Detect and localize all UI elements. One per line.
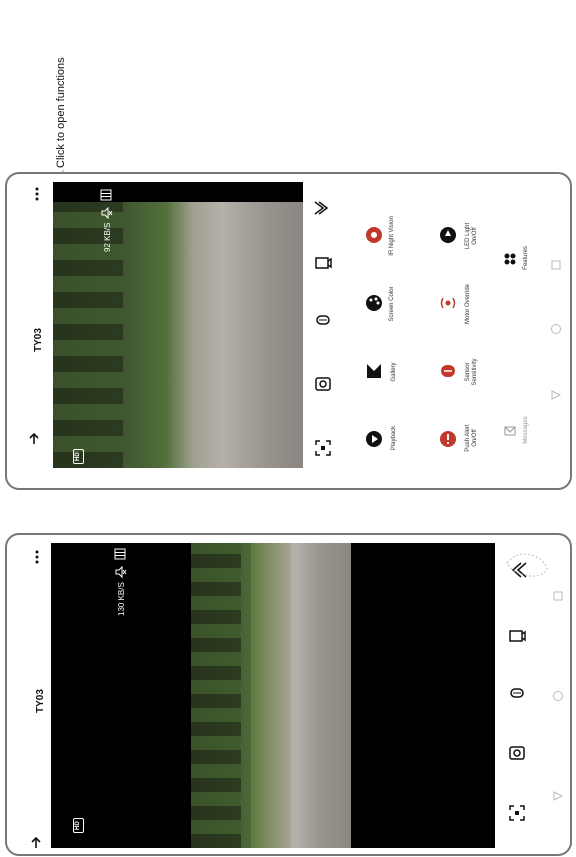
- list-icon[interactable]: [99, 188, 113, 202]
- collapse-icon[interactable]: [313, 198, 333, 218]
- nav-back-icon[interactable]: [549, 388, 563, 402]
- messages-icon[interactable]: [503, 424, 517, 438]
- ir-night-vision-icon[interactable]: [365, 226, 383, 244]
- back-arrow-icon[interactable]: [27, 432, 41, 446]
- nav-home-icon[interactable]: [549, 322, 563, 336]
- led-light-icon[interactable]: [439, 226, 457, 244]
- nav-back-icon[interactable]: [551, 789, 565, 803]
- tab-messages-label[interactable]: Messages: [523, 410, 530, 450]
- microphone-icon[interactable]: [313, 310, 333, 330]
- feature-label-screen-color: Screen Color: [389, 286, 395, 322]
- nav-recents-icon[interactable]: [551, 589, 565, 603]
- list-icon[interactable]: [113, 547, 127, 561]
- scenery-image: [53, 202, 303, 468]
- nav-recents-icon[interactable]: [549, 258, 563, 272]
- record-icon[interactable]: [313, 252, 333, 272]
- palette-icon[interactable]: [365, 294, 383, 312]
- fullscreen-icon[interactable]: [507, 803, 527, 823]
- features-icon[interactable]: [503, 252, 517, 266]
- camera-icon[interactable]: [507, 743, 527, 763]
- left-speed-label: 130 KB/S: [117, 582, 126, 616]
- left-title: TY03: [35, 689, 46, 713]
- nav-home-icon[interactable]: [551, 689, 565, 703]
- left-video-feed[interactable]: HD 130 KB/S: [51, 543, 495, 848]
- fullscreen-icon[interactable]: [313, 438, 333, 458]
- more-icon[interactable]: [33, 186, 41, 202]
- feature-label-motor-override: Motor Override: [465, 283, 471, 324]
- push-alert-icon[interactable]: [439, 430, 457, 448]
- right-title: TY03: [33, 328, 44, 352]
- hand-pointer-icon: [506, 553, 548, 577]
- left-hd-badge[interactable]: HD: [73, 818, 84, 833]
- feature-label-led-light: LED Light On/Off: [465, 222, 478, 250]
- mute-icon[interactable]: [113, 565, 127, 579]
- feature-label-gallery: Gallery: [391, 362, 397, 382]
- left-phone-frame: TY03 HD 130 KB/S: [5, 533, 572, 856]
- feature-label-sensor-sensitivity: Sensor Sensitivity: [465, 358, 478, 386]
- right-hd-badge[interactable]: HD: [73, 449, 84, 464]
- playback-icon[interactable]: [365, 430, 383, 448]
- right-phone-frame: TY03 HD 92 KB/S Playback Gallery Screen …: [5, 172, 572, 490]
- tab-features-label[interactable]: Features: [523, 238, 530, 278]
- feature-label-playback: Playback: [391, 425, 397, 451]
- caption-text: Click to open functions: [55, 57, 67, 168]
- gallery-icon[interactable]: [365, 362, 383, 380]
- scenery-image: [191, 543, 351, 848]
- motor-override-icon[interactable]: [439, 294, 457, 312]
- more-icon[interactable]: [33, 549, 41, 565]
- record-icon[interactable]: [507, 625, 527, 645]
- feature-label-ir-night-vision: IR Night Vision: [389, 216, 395, 256]
- camera-icon[interactable]: [313, 374, 333, 394]
- back-arrow-icon[interactable]: [29, 836, 43, 850]
- mute-icon[interactable]: [99, 206, 113, 220]
- right-video-feed[interactable]: HD 92 KB/S: [53, 182, 303, 468]
- right-speed-label: 92 KB/S: [103, 222, 112, 252]
- sensor-sensitivity-icon[interactable]: [439, 362, 457, 380]
- microphone-icon[interactable]: [507, 683, 527, 703]
- feature-label-push-alert: Push Alert On/Off: [465, 424, 478, 452]
